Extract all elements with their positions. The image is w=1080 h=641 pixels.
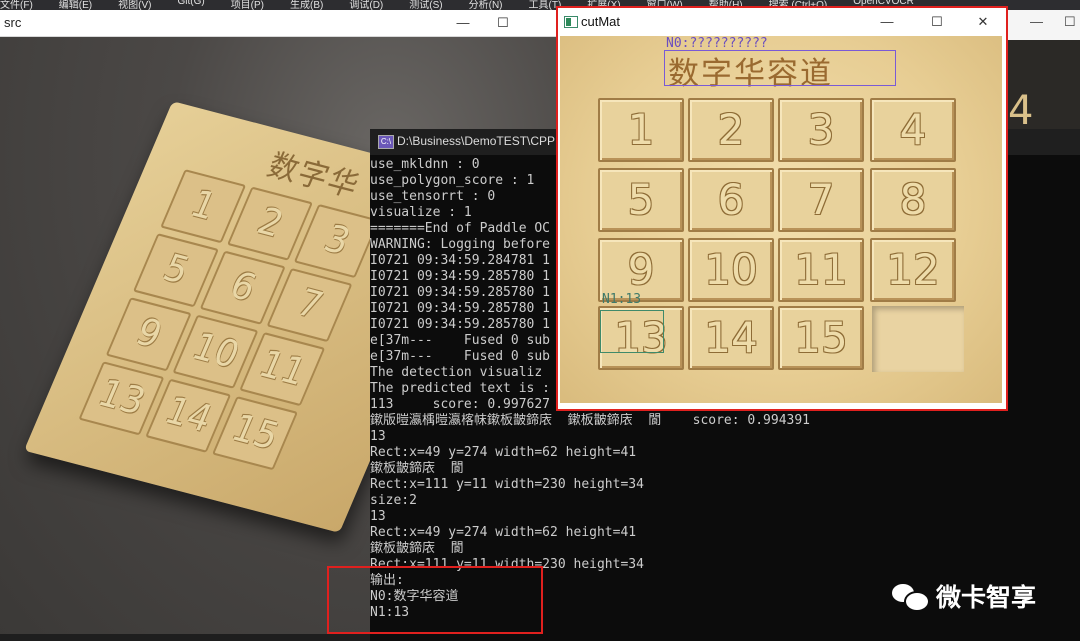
menu-view[interactable]: 视图(V) [118, 0, 151, 10]
src-window-titlebar[interactable]: src — ☐ [0, 10, 556, 37]
tile: 4 [870, 98, 956, 162]
cutmat-window-title: cutMat [581, 14, 621, 29]
empty-slot [872, 306, 964, 372]
n0-detection-box [664, 50, 896, 86]
opencv-window-icon [564, 16, 578, 28]
menu-analyze[interactable]: 分析(N) [469, 0, 503, 10]
tile: 5 [598, 168, 684, 232]
console-line: Rect:x=49 y=274 width=62 height=41 [370, 525, 637, 540]
tile: 1 [598, 98, 684, 162]
console-line: 13 [370, 429, 386, 444]
maximize-icon[interactable]: ☐ [1064, 14, 1076, 30]
tile: 7 [778, 168, 864, 232]
console-line: 13 [370, 509, 386, 524]
tile: 10 [688, 238, 774, 302]
cutmat-window[interactable]: cutMat — ☐ ✕ N0:?????????? 数字华容道 1 2 3 4… [556, 6, 1008, 411]
menu-project[interactable]: 项目(P) [231, 0, 264, 10]
console-line: 鏉板皵鍗庡 閬 [370, 541, 464, 556]
menu-edit[interactable]: 编辑(E) [59, 0, 92, 10]
menu-build[interactable]: 生成(B) [290, 0, 323, 10]
close-icon[interactable]: ✕ [974, 13, 992, 31]
console-app-icon: C:\ [378, 135, 394, 149]
minimize-icon[interactable]: — [878, 13, 896, 31]
n1-detection-box [600, 310, 664, 353]
background-window-image: 4 [1006, 40, 1080, 134]
cutmat-image: N0:?????????? 数字华容道 1 2 3 4 5 6 7 8 9 10… [560, 36, 1002, 403]
output-highlight-box [327, 566, 543, 634]
menu-debug[interactable]: 调试(D) [349, 0, 383, 10]
minimize-icon[interactable]: — [1030, 14, 1043, 29]
watermark-text: 微卡智享 [936, 583, 1037, 612]
console-line: Rect:x=111 y=11 width=230 height=34 [370, 477, 644, 492]
maximize-icon[interactable]: ☐ [928, 13, 946, 31]
tile: 3 [778, 98, 864, 162]
tile: 2 [688, 98, 774, 162]
tile: 15 [778, 306, 864, 370]
minimize-icon[interactable]: — [454, 14, 472, 32]
tile: 8 [870, 168, 956, 232]
tile: 12 [870, 238, 956, 302]
console-line: Rect:x=49 y=274 width=62 height=41 [370, 445, 637, 460]
console-window-title: D:\Business\DemoTEST\CPP [397, 134, 556, 148]
partial-tile: 4 [1008, 88, 1034, 134]
maximize-icon[interactable]: ☐ [494, 14, 512, 32]
tile: 6 [688, 168, 774, 232]
tile: 11 [778, 238, 864, 302]
watermark: 微卡智享 [892, 578, 1036, 614]
console-line: size:2 [370, 493, 417, 508]
console-line: 鏉版暟瀛楀暟瀛楁帓鏉板皵鍗庡 鏉板皵鍗庡 閬 score: 0.994391 [370, 413, 811, 428]
tile: 14 [688, 306, 774, 370]
taskbar-strip [0, 634, 370, 641]
wechat-icon [892, 582, 930, 612]
menu-file[interactable]: 文件(F) [0, 0, 33, 10]
cutmat-titlebar[interactable]: cutMat — ☐ ✕ [558, 8, 1006, 36]
console-line: 鏉板皵鍗庡 閬 [370, 461, 464, 476]
src-window-title: src [4, 15, 22, 30]
n1-label: N1:13 [602, 292, 642, 307]
menu-test[interactable]: 测试(S) [409, 0, 442, 10]
menu-git[interactable]: Git(G) [177, 0, 204, 10]
